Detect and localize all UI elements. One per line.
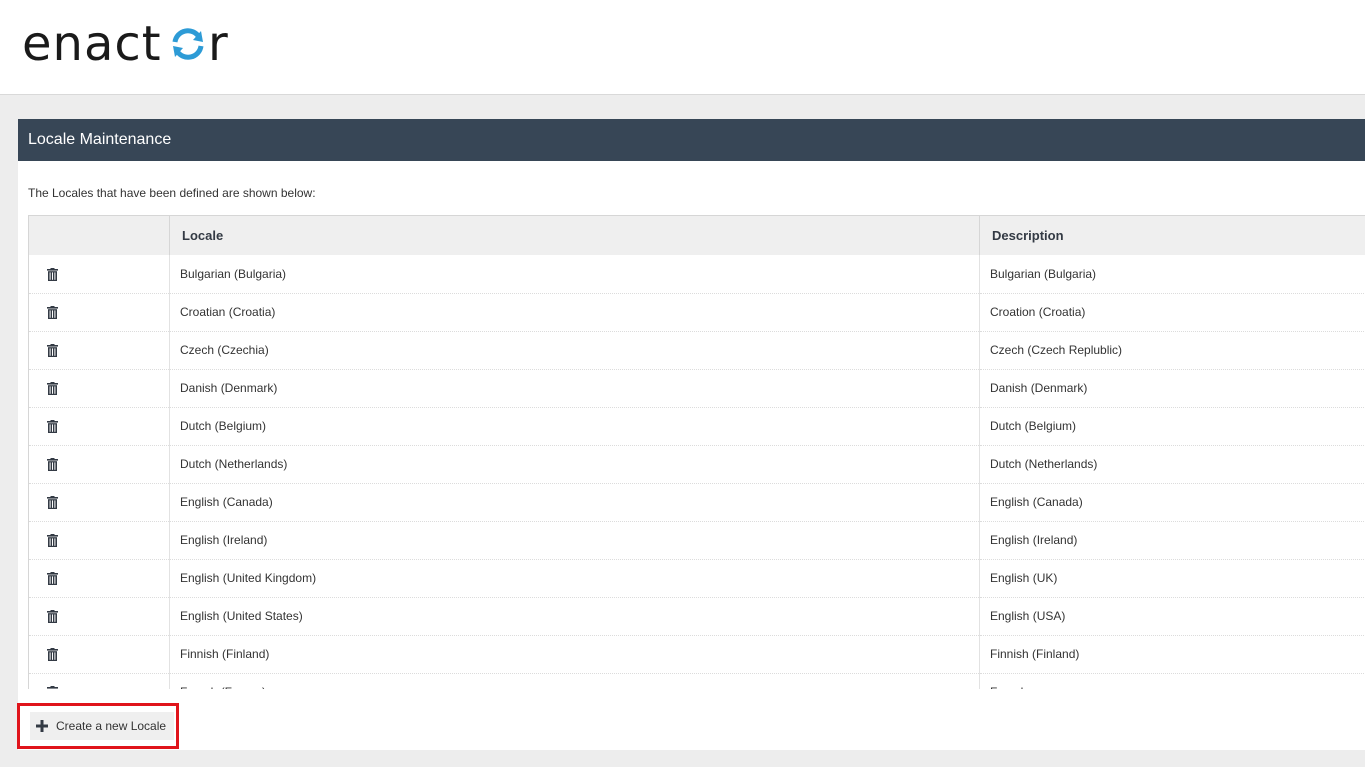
trash-icon[interactable] [47,306,58,320]
row-actions-cell [28,559,170,598]
description-cell: English (USA) [979,597,1365,636]
table-row[interactable]: Danish (Denmark) Danish (Denmark) [28,369,1365,408]
description-cell: English (UK) [979,559,1365,598]
row-actions-cell [28,521,170,560]
trash-icon[interactable] [47,610,58,624]
locale-cell[interactable]: French (France) [169,673,980,689]
trash-icon[interactable] [47,648,58,662]
locale-table-scroll[interactable]: Locale Description Bulgarian (Bulgaria) B… [28,215,1365,689]
app-header: enact r [0,0,1365,95]
description-cell: Czech (Czech Replublic) [979,331,1365,370]
table-row[interactable]: English (United States) English (USA) [28,597,1365,636]
trash-icon[interactable] [47,458,58,472]
trash-icon[interactable] [47,420,58,434]
table-row[interactable]: Croatian (Croatia) Croation (Croatia) [28,293,1365,332]
intro-text: The Locales that have been defined are s… [28,186,316,200]
row-actions-cell [28,293,170,332]
locale-cell[interactable]: English (United Kingdom) [169,559,980,598]
locale-maintenance-panel: Locale Maintenance The Locales that have… [18,119,1365,750]
table-row[interactable]: English (United Kingdom) English (UK) [28,559,1365,598]
description-cell: French [979,673,1365,689]
row-actions-cell [28,483,170,522]
column-header-actions [28,216,170,255]
panel-title-bar: Locale Maintenance [18,119,1365,161]
trash-icon[interactable] [47,534,58,548]
enactor-logo[interactable]: enact r [22,14,244,74]
table-row[interactable]: Czech (Czechia) Czech (Czech Replublic) [28,331,1365,370]
row-actions-cell [28,331,170,370]
description-cell: Croation (Croatia) [979,293,1365,332]
description-cell: Dutch (Belgium) [979,407,1365,446]
description-cell: Finnish (Finland) [979,635,1365,674]
table-row[interactable]: Dutch (Netherlands) Dutch (Netherlands) [28,445,1365,484]
column-header-description[interactable]: Description [979,216,1365,255]
trash-icon[interactable] [47,344,58,358]
row-actions-cell [28,255,170,294]
table-row[interactable]: English (Ireland) English (Ireland) [28,521,1365,560]
table-row[interactable]: Dutch (Belgium) Dutch (Belgium) [28,407,1365,446]
locale-cell[interactable]: Dutch (Netherlands) [169,445,980,484]
description-cell: English (Ireland) [979,521,1365,560]
plus-icon [36,720,48,732]
locale-cell[interactable]: Croatian (Croatia) [169,293,980,332]
trash-icon[interactable] [47,496,58,510]
logo-text-prefix: enact [22,16,162,72]
row-actions-cell [28,635,170,674]
trash-icon[interactable] [47,267,58,281]
locale-cell[interactable]: English (Ireland) [169,521,980,560]
row-actions-cell [28,369,170,408]
enactor-logo-mark: enact r [22,16,228,72]
row-actions-cell [28,673,170,689]
table-header-row: Locale Description [28,216,1365,255]
locale-cell[interactable]: Finnish (Finland) [169,635,980,674]
column-header-locale[interactable]: Locale [169,216,980,255]
row-actions-cell [28,597,170,636]
locale-cell[interactable]: Danish (Denmark) [169,369,980,408]
logo-refresh-icon [172,28,204,60]
trash-icon[interactable] [47,382,58,396]
row-actions-cell [28,407,170,446]
locale-cell[interactable]: Czech (Czechia) [169,331,980,370]
locale-cell[interactable]: Bulgarian (Bulgaria) [169,255,980,294]
locale-cell[interactable]: English (United States) [169,597,980,636]
trash-icon[interactable] [47,572,58,586]
logo-text-suffix: r [208,16,228,72]
locale-table: Locale Description Bulgarian (Bulgaria) B… [28,216,1365,689]
create-locale-button[interactable]: Create a new Locale [30,712,175,740]
description-cell: Bulgarian (Bulgaria) [979,255,1365,294]
table-row[interactable]: English (Canada) English (Canada) [28,483,1365,522]
description-cell: Danish (Denmark) [979,369,1365,408]
locale-cell[interactable]: Dutch (Belgium) [169,407,980,446]
trash-icon[interactable] [47,686,58,689]
table-row[interactable]: French (France)French [28,673,1365,689]
create-locale-label: Create a new Locale [56,719,167,733]
table-row[interactable]: Bulgarian (Bulgaria) Bulgarian (Bulgaria) [28,255,1365,294]
row-actions-cell [28,445,170,484]
description-cell: English (Canada) [979,483,1365,522]
page-title: Locale Maintenance [28,131,172,148]
table-row[interactable]: Finnish (Finland) Finnish (Finland) [28,635,1365,674]
locale-cell[interactable]: English (Canada) [169,483,980,522]
description-cell: Dutch (Netherlands) [979,445,1365,484]
